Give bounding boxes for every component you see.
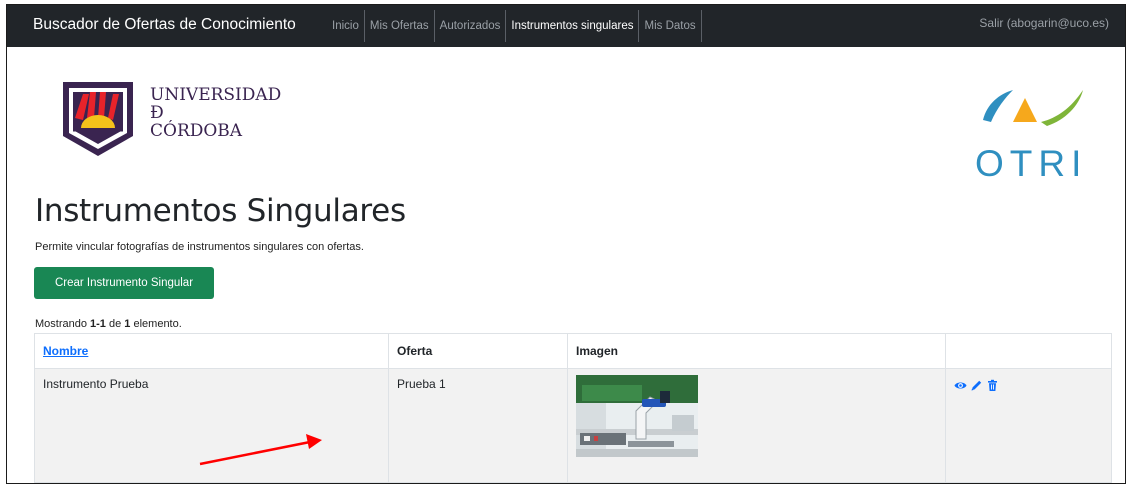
navbar-brand[interactable]: Buscador de Ofertas de Conocimiento [33, 16, 296, 34]
page-title: Instrumentos Singulares [35, 193, 406, 229]
instrument-thumbnail[interactable] [576, 375, 698, 457]
page-description: Permite vincular fotografías de instrume… [35, 241, 364, 253]
sort-nombre-link[interactable]: Nombre [43, 344, 88, 358]
delete-icon[interactable] [986, 379, 999, 392]
nav-item-instrumentos-singulares[interactable]: Instrumentos singulares [506, 10, 640, 42]
instruments-table: Nombre Oferta Imagen Instrumento Prueba … [34, 333, 1112, 483]
row-actions [954, 379, 1103, 392]
nav-menu: Inicio Mis Ofertas Autorizados Instrumen… [327, 10, 702, 42]
create-instrument-button[interactable]: Crear Instrumento Singular [34, 267, 214, 299]
nav-item-mis-datos[interactable]: Mis Datos [639, 10, 702, 42]
app-frame: Buscador de Ofertas de Conocimiento Inic… [6, 4, 1126, 484]
nav-item-mis-ofertas[interactable]: Mis Ofertas [365, 10, 435, 42]
table-row: Instrumento Prueba Prueba 1 [34, 368, 1112, 483]
summary-range: 1-1 [90, 318, 106, 330]
uco-logo-line2: Đ [150, 103, 164, 123]
logout-link[interactable]: Salir (abogarin@uco.es) [979, 16, 1109, 30]
view-icon[interactable] [954, 379, 967, 392]
summary-prefix: Mostrando [35, 318, 91, 330]
nav-item-inicio[interactable]: Inicio [327, 10, 365, 42]
column-header-nombre[interactable]: Nombre [34, 333, 389, 369]
edit-icon[interactable] [970, 379, 983, 392]
cell-imagen [567, 368, 946, 483]
uco-logo-line1: UNIVERSIDAD [150, 85, 282, 105]
summary-mid: de [105, 318, 125, 330]
column-header-oferta: Oferta [388, 333, 568, 369]
otri-logo-text: OTRI [975, 143, 1088, 184]
uco-logo-emblem [59, 78, 137, 162]
uco-logo-line3: CÓRDOBA [150, 121, 243, 141]
otri-logo-emblem [969, 70, 1099, 144]
uco-logo-text: UNIVERSIDAD Đ CÓRDOBA [150, 86, 281, 140]
summary-suffix: elemento. [130, 318, 182, 330]
cell-nombre: Instrumento Prueba [34, 368, 389, 483]
nav-item-autorizados[interactable]: Autorizados [435, 10, 507, 42]
cell-acciones [945, 368, 1112, 483]
cell-oferta: Prueba 1 [388, 368, 568, 483]
column-header-imagen: Imagen [567, 333, 946, 369]
results-summary: Mostrando 1-1 de 1 elemento. [35, 318, 182, 330]
navbar: Buscador de Ofertas de Conocimiento Inic… [7, 5, 1125, 47]
table-header-row: Nombre Oferta Imagen [34, 333, 1112, 369]
column-header-acciones [945, 333, 1112, 369]
